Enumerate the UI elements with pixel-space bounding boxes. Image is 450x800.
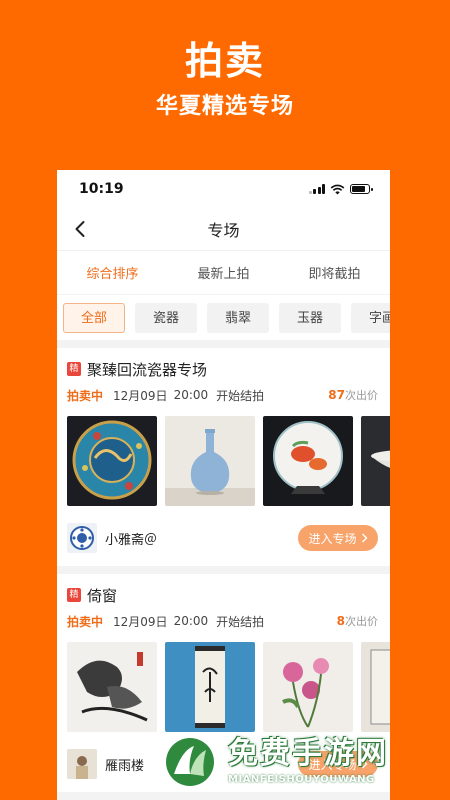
category-chip-jadeite[interactable]: 翡翠 <box>207 302 269 333</box>
bid-count: 87 <box>328 388 345 402</box>
site-watermark: 免费手游网 MIANFEISHOUYOUWANG <box>160 728 450 800</box>
lot-image-eagle-painting[interactable] <box>67 642 157 732</box>
enter-auction-label: 进入专场 <box>308 531 357 546</box>
auction-status: 拍卖中 <box>67 614 104 629</box>
lot-thumbnails <box>67 642 390 732</box>
watermark-text: 免费手游网 <box>228 736 388 771</box>
category-chip-porcelain[interactable]: 瓷器 <box>135 302 197 333</box>
tab-sort-ending-soon[interactable]: 即将截拍 <box>279 263 390 282</box>
lot-image-fish-plate[interactable] <box>263 416 353 506</box>
chevron-left-icon[interactable] <box>71 219 91 239</box>
auction-title: 倚窗 <box>87 586 118 605</box>
bid-suffix: 次出价 <box>345 615 378 628</box>
category-filter: 全部 瓷器 翡翠 玉器 字画 <box>57 294 390 340</box>
tab-sort-newest[interactable]: 最新上拍 <box>168 263 279 282</box>
watermark-subtext: MIANFEISHOUYOUWANG <box>228 774 375 785</box>
chevron-right-icon <box>361 533 367 543</box>
lot-image-blue-vase[interactable] <box>165 416 255 506</box>
bid-count-label: 8次出价 <box>337 613 378 629</box>
seller-name[interactable]: 雁雨楼 <box>105 755 144 774</box>
promo-subtitle: 华夏精选专场 <box>155 94 294 119</box>
status-time: 10:19 <box>79 181 124 197</box>
auction-action: 开始结拍 <box>216 388 265 403</box>
sort-tabs: 综合排序 最新上拍 即将截拍 <box>57 250 390 294</box>
seller-avatar[interactable] <box>67 523 97 553</box>
status-bar: 10:19 <box>57 170 390 208</box>
lot-image-cloisonne-plate[interactable] <box>67 416 157 506</box>
auction-title: 聚臻回流瓷器专场 <box>87 360 208 379</box>
auction-action: 开始结拍 <box>216 614 265 629</box>
nav-bar: 专场 <box>57 208 390 250</box>
auction-card[interactable]: 精 聚臻回流瓷器专场 拍卖中 12月09日 20:00 开始结拍 87次出价 小… <box>57 348 390 566</box>
featured-badge: 精 <box>67 588 81 602</box>
promo-title: 拍卖 <box>184 39 265 83</box>
category-chip-all[interactable]: 全部 <box>63 302 125 333</box>
signal-icon <box>308 184 325 194</box>
battery-icon <box>350 184 373 194</box>
bid-suffix: 次出价 <box>345 389 378 402</box>
page-title: 专场 <box>207 221 240 240</box>
enter-auction-button[interactable]: 进入专场 <box>298 525 378 551</box>
lot-image-bowl[interactable] <box>361 416 390 506</box>
lot-thumbnails <box>67 416 390 506</box>
lot-image-scroll-painting[interactable] <box>165 642 255 732</box>
auction-time: 20:00 <box>173 614 209 628</box>
bid-count: 8 <box>336 614 345 628</box>
wifi-icon <box>330 184 345 194</box>
category-chip-painting[interactable]: 字画 <box>351 302 390 333</box>
seller-name[interactable]: 小雅斋＠ <box>105 529 157 548</box>
lot-image-bird-painting[interactable] <box>361 642 390 732</box>
auction-status: 拍卖中 <box>67 388 104 403</box>
watermark-logo-icon <box>163 735 217 789</box>
seller-avatar[interactable] <box>67 749 97 779</box>
tab-sort-composite[interactable]: 综合排序 <box>57 263 168 282</box>
featured-badge: 精 <box>67 362 81 376</box>
status-icons <box>308 184 373 195</box>
lot-image-flower-painting[interactable] <box>263 642 353 732</box>
phone-screen: 10:19 专场 综合排序 最新上拍 即将截拍 全部 瓷器 翡翠 玉器 字画 精 <box>57 170 390 800</box>
auction-time: 20:00 <box>173 388 209 402</box>
auction-date: 12月09日 <box>113 388 168 403</box>
category-chip-jade[interactable]: 玉器 <box>279 302 341 333</box>
bid-count-label: 87次出价 <box>328 387 378 403</box>
auction-date: 12月09日 <box>113 614 168 629</box>
